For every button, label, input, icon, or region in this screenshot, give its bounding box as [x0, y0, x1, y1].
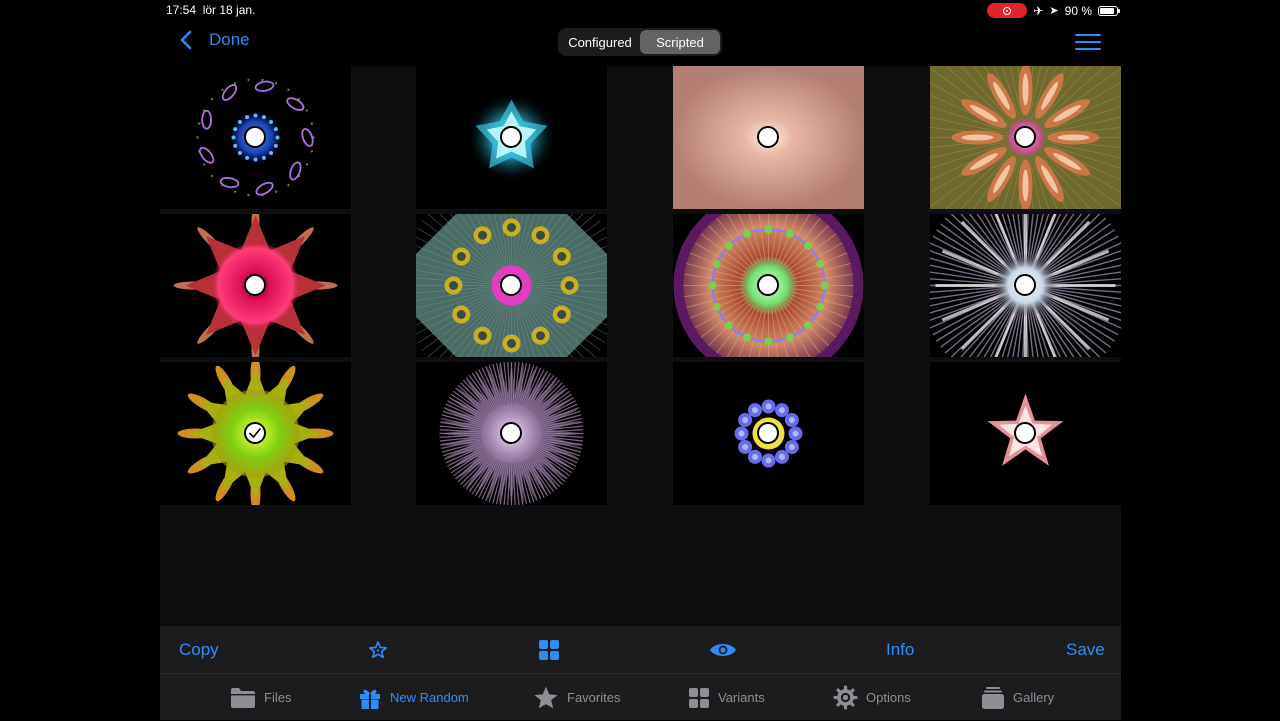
battery-percent: 90 %	[1064, 3, 1092, 18]
selection-circle-icon	[500, 274, 522, 296]
tab-label: Files	[264, 690, 292, 705]
selected-check-icon	[244, 422, 266, 444]
done-button[interactable]: Done	[180, 30, 250, 50]
fractal-tile-blue-flower[interactable]	[673, 362, 864, 505]
variants-area	[160, 66, 1121, 626]
save-button[interactable]: Save	[1066, 626, 1105, 673]
selection-circle-icon	[244, 274, 266, 296]
tab-files[interactable]: Files	[230, 674, 291, 721]
stack-icon	[982, 686, 1004, 709]
location-icon: ➤	[1049, 5, 1059, 17]
selection-circle-icon	[757, 422, 779, 444]
done-label: Done	[209, 30, 250, 49]
eye-icon[interactable]	[709, 626, 737, 673]
grid-view-icon[interactable]	[538, 626, 560, 673]
segment-configured[interactable]: Configured	[560, 30, 640, 54]
segment-scripted[interactable]: Scripted	[640, 30, 720, 54]
info-button[interactable]: Info	[886, 626, 914, 673]
fractal-tile-peach-glow[interactable]	[673, 66, 864, 209]
fractal-tile-pink-petal-star[interactable]	[930, 362, 1121, 505]
tab-variants[interactable]: Variants	[688, 674, 765, 721]
tab-label: New Random	[390, 690, 469, 705]
selection-circle-icon	[500, 126, 522, 148]
selection-circle-icon	[1014, 274, 1036, 296]
status-time: 17:54 lör 18 jan.	[166, 3, 256, 17]
selection-circle-icon	[1014, 422, 1036, 444]
tab-label: Favorites	[567, 690, 621, 705]
fractal-tile-copper-mandala[interactable]	[673, 214, 864, 357]
fractal-tile-yellow-green-star[interactable]	[160, 362, 351, 505]
fractal-tile-pink-spiked-star[interactable]	[160, 214, 351, 357]
tab-new-random[interactable]: New Random	[358, 674, 469, 721]
favorite-star-icon[interactable]	[368, 626, 388, 673]
navigation-bar: Done Configured Scripted	[160, 22, 1121, 66]
selection-circle-icon	[1014, 126, 1036, 148]
selection-circle-icon	[244, 126, 266, 148]
star-icon	[534, 686, 558, 708]
airplane-icon: ✈	[1033, 3, 1044, 18]
gear-icon	[833, 685, 858, 710]
copy-button[interactable]: Copy	[179, 626, 219, 673]
selection-circle-icon	[757, 274, 779, 296]
tab-options[interactable]: Options	[833, 674, 911, 721]
mode-segmented-control: Configured Scripted	[558, 28, 722, 56]
tab-bar: Files New Random Favorites Variants Opti…	[160, 673, 1121, 720]
selection-circle-icon	[500, 422, 522, 444]
fractal-tile-cyan-star-glow[interactable]	[416, 66, 607, 209]
tab-label: Variants	[718, 690, 765, 705]
screen-recording-icon	[987, 3, 1028, 18]
selection-circle-icon	[757, 126, 779, 148]
chevron-left-icon	[180, 30, 192, 50]
tab-label: Gallery	[1013, 690, 1055, 705]
status-bar: 17:54 lör 18 jan. ✈ ➤ 90 %	[0, 0, 1280, 20]
fractal-tile-teal-yellow-rings[interactable]	[416, 214, 607, 357]
folder-icon	[231, 687, 255, 708]
action-toolbar: Copy Info Save	[160, 626, 1121, 673]
status-right: ✈ ➤ 90 %	[987, 3, 1120, 18]
tab-label: Options	[866, 690, 911, 705]
grid-icon	[689, 687, 709, 708]
tab-gallery[interactable]: Gallery	[981, 674, 1054, 721]
gift-icon	[360, 689, 380, 709]
tab-favorites[interactable]: Favorites	[533, 674, 620, 721]
fractal-tile-purple-ellipse-ring[interactable]	[160, 66, 351, 209]
battery-icon	[1098, 5, 1120, 16]
fractal-tile-lavender-rays[interactable]	[416, 362, 607, 505]
fractal-tile-olive-feather-star[interactable]	[930, 66, 1121, 209]
menu-icon[interactable]	[1075, 34, 1101, 52]
fractal-tile-silver-burst[interactable]	[930, 214, 1121, 357]
